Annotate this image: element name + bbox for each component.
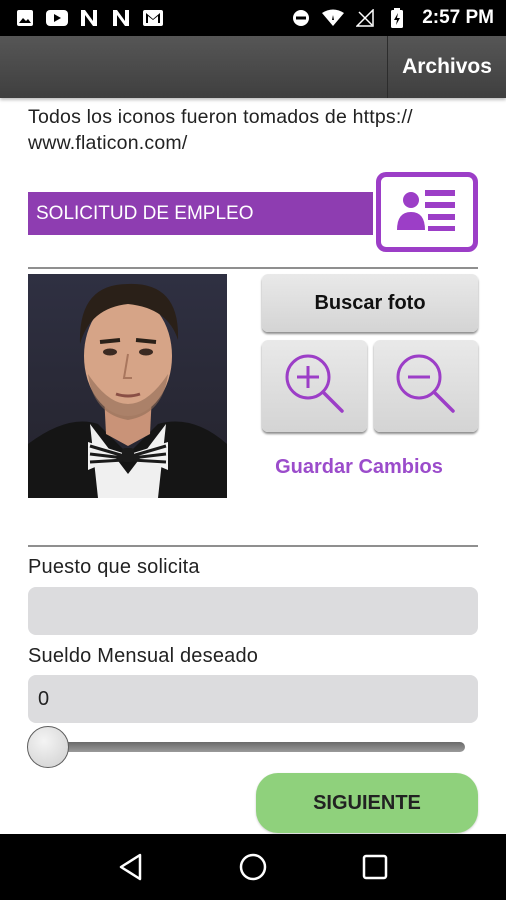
notification-n-icon [78,8,100,28]
position-label: Puesto que solicita [28,556,200,578]
no-signal-icon [354,8,376,28]
status-right-icons: 2:57 PM [290,7,494,29]
image-icon [14,8,36,28]
status-left-icons [14,8,164,28]
zoom-in-button[interactable] [262,340,367,432]
divider-top [28,267,478,269]
id-card-button[interactable] [376,172,478,252]
divider-middle [28,545,478,547]
next-button[interactable]: SIGUIENTE [256,773,478,833]
battery-icon [386,8,408,28]
status-time: 2:57 PM [422,7,494,28]
archivos-menu-button[interactable]: Archivos [387,36,506,98]
id-card-icon [395,186,459,239]
profile-photo [28,274,227,498]
wifi-icon [322,8,345,28]
status-bar: 2:57 PM [0,0,506,36]
save-changes-button[interactable]: Guardar Cambios [262,456,456,479]
salary-slider-track[interactable] [50,742,465,752]
home-icon[interactable] [233,847,273,887]
section-title: SOLICITUD DE EMPLEO [36,202,254,224]
credits-text: Todos los iconos fueron tomados de https… [28,106,413,154]
zoom-in-icon [282,351,348,422]
back-icon[interactable] [111,847,151,887]
zoom-out-button[interactable] [374,340,478,432]
salary-label: Sueldo Mensual deseado [28,645,259,667]
gmail-icon [142,8,164,28]
notification-n-icon [110,8,132,28]
section-title-bar: SOLICITUD DE EMPLEO [28,192,373,235]
position-input[interactable] [28,587,478,635]
navigation-bar [0,834,506,900]
do-not-disturb-icon [290,8,312,28]
search-photo-button[interactable]: Buscar foto [262,274,478,332]
salary-input[interactable]: 0 [28,675,478,723]
recents-icon[interactable] [355,847,395,887]
app-bar: Archivos [0,36,506,98]
zoom-out-icon [393,351,459,422]
youtube-icon [46,8,68,28]
salary-slider-thumb[interactable] [27,726,69,768]
